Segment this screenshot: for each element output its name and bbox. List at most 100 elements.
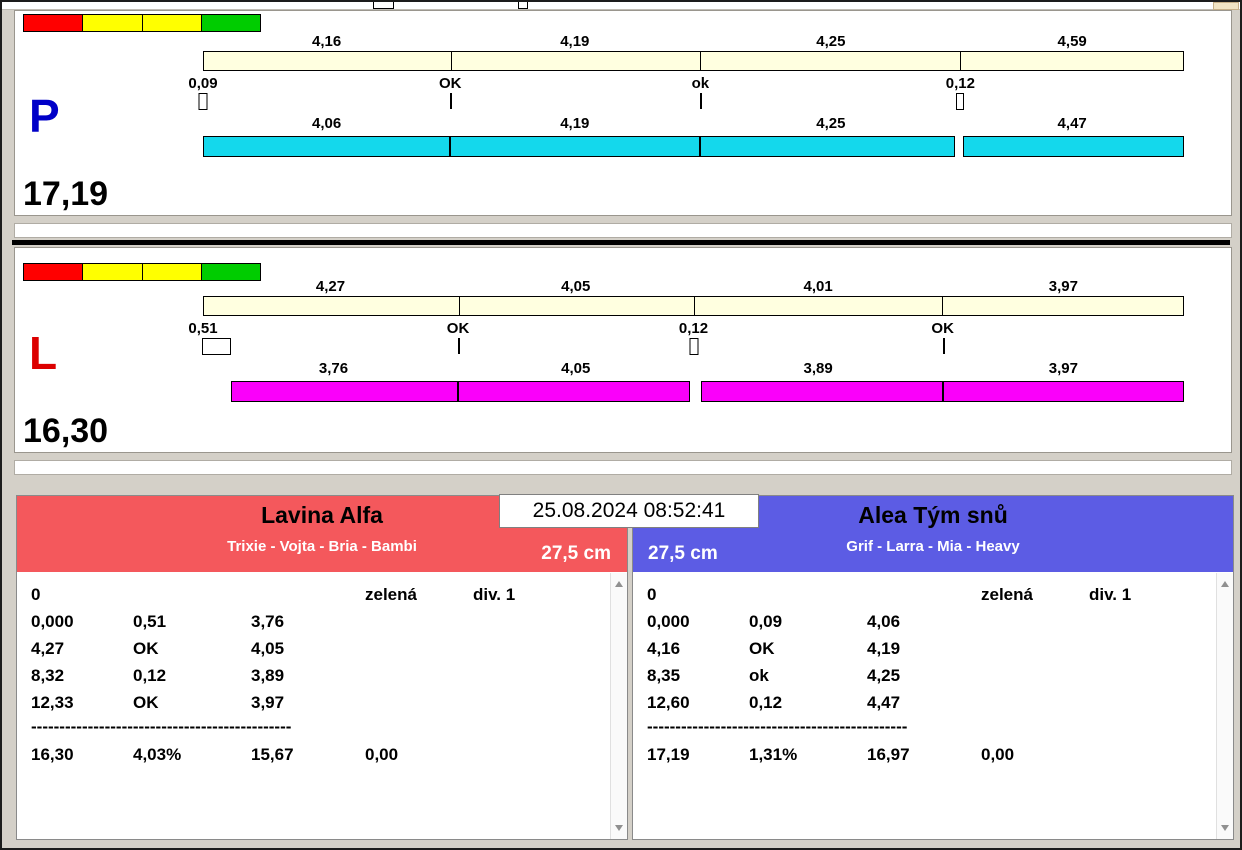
split-time-bar	[203, 296, 1184, 316]
run-label-bottom: 4,19	[560, 115, 590, 132]
table-row: 8,32 0,12 3,89	[31, 662, 603, 689]
cell: 4,47	[867, 693, 901, 712]
pass-marker-label: OK	[931, 320, 954, 337]
cell: 0,51	[133, 612, 167, 631]
lane-total-time-p: 17,19	[23, 175, 109, 213]
vertical-scrollbar[interactable]	[1216, 573, 1233, 839]
pass-tick	[942, 338, 945, 354]
pass-marker-label: 0,12	[678, 320, 709, 337]
table-total-row: 17,19 1,31% 16,97 0,00	[647, 741, 1209, 768]
cell: zelená	[365, 585, 417, 604]
scroll-down-button[interactable]	[611, 820, 627, 836]
cell	[133, 581, 251, 608]
cell: 0,00	[981, 745, 1015, 764]
lane-l-chart: 4,27 4,05 4,01 3,97 0,51 OK 0,12 OK 3,76…	[188, 278, 1184, 412]
cell: 3,97	[251, 693, 285, 712]
run-label-bottom: 3,97	[1048, 360, 1078, 377]
cell: 8,32	[31, 666, 65, 685]
table-info-row: 0 zelená div. 1	[31, 581, 603, 608]
lane-total-time-l: 16,30	[23, 412, 109, 450]
run-label-bottom: 4,06	[311, 115, 342, 132]
cell: 4,16	[647, 639, 681, 658]
jump-height: 27,5 cm	[541, 543, 611, 564]
bar-divider	[959, 52, 961, 70]
table-separator: ----------------------------------------…	[647, 717, 908, 736]
team-roster: Trixie - Vojta - Bria - Bambi	[227, 538, 417, 555]
table-separator: ----------------------------------------…	[31, 717, 292, 736]
cell: OK	[133, 639, 159, 658]
run-time-bar-segment	[963, 136, 1184, 157]
cell: 12,60	[647, 693, 690, 712]
traffic-light-yellow-1	[82, 14, 143, 32]
cell: 0,12	[749, 693, 783, 712]
top-window-strip	[2, 2, 1240, 10]
traffic-light-yellow-2	[141, 14, 202, 32]
cell: 0	[647, 585, 657, 604]
table-info-row: 0 zelená div. 1	[647, 581, 1209, 608]
cell: 0	[31, 585, 41, 604]
lane-letter-p: P	[29, 90, 60, 142]
vertical-scrollbar[interactable]	[610, 573, 627, 839]
pass-marker-label: ok	[691, 75, 710, 92]
lane-divider	[12, 240, 1230, 245]
cell: 1,31%	[749, 745, 798, 764]
collapsed-panel-strip	[14, 460, 1232, 475]
scroll-up-button[interactable]	[611, 576, 627, 592]
cell: div. 1	[1089, 585, 1132, 604]
datetime-display: 25.08.2024 08:52:41	[499, 494, 759, 528]
result-table-right: 0 zelená div. 1 0,000 0,09 4,06 4,16 OK …	[633, 572, 1233, 768]
lane-p-chart: 4,16 4,19 4,25 4,59 0,09 OK ok 0,12 4,06…	[188, 33, 1184, 167]
split-label-top: 4,05	[561, 278, 591, 295]
run-label-bottom: 4,05	[561, 360, 591, 377]
split-time-bar	[203, 51, 1184, 71]
jump-height: 27,5 cm	[648, 543, 718, 564]
traffic-light-red	[23, 14, 84, 32]
cell: 12,33	[31, 693, 74, 712]
cell: 16,97	[867, 745, 910, 764]
chevron-down-icon	[1221, 825, 1229, 831]
scroll-up-button[interactable]	[1217, 576, 1233, 592]
cell: 0,000	[31, 612, 74, 631]
traffic-light-green	[200, 14, 261, 32]
cell: 4,27	[31, 639, 65, 658]
split-label-top: 4,27	[315, 278, 346, 295]
table-row: 4,16 OK 4,19	[647, 635, 1209, 662]
bar-divider	[700, 52, 702, 70]
early-pass-box	[956, 93, 965, 110]
cell: 0,000	[647, 612, 690, 631]
cell: 4,25	[867, 666, 901, 685]
run-time-bar-segment	[203, 136, 451, 157]
chevron-down-icon	[615, 825, 623, 831]
traffic-light-yellow-2	[141, 263, 202, 281]
team-roster: Grif - Larra - Mia - Heavy	[846, 538, 1020, 555]
table-row: 8,35 ok 4,25	[647, 662, 1209, 689]
table-row: 0,000 0,09 4,06	[647, 608, 1209, 635]
pass-marker-label: 0,51	[188, 320, 218, 337]
cell: 16,30	[31, 745, 74, 764]
traffic-light-yellow-1	[82, 263, 143, 281]
lane-panel-l: L 4,27 4,05 4,01 3,97 0,51 OK 0,12 OK 3,…	[14, 247, 1232, 453]
lane-panel-p: P 4,16 4,19 4,25 4,59 0,09 OK ok 0,12 4,…	[14, 10, 1232, 216]
cell: 8,35	[647, 666, 681, 685]
pass-tick	[450, 93, 453, 109]
bar-divider	[942, 297, 944, 315]
run-time-bar-segment	[942, 381, 1184, 402]
cell: 4,05	[251, 639, 285, 658]
early-pass-box	[198, 93, 208, 110]
table-row: 4,27 OK 4,05	[31, 635, 603, 662]
cell: 0,12	[133, 666, 167, 685]
run-label-bottom: 3,89	[803, 360, 833, 377]
run-time-bar-segment	[701, 381, 943, 402]
window-notch	[518, 2, 528, 9]
pass-marker-label: OK	[446, 320, 470, 337]
bar-divider	[458, 297, 460, 315]
team-panel-left: Lavina Alfa Trixie - Vojta - Bria - Bamb…	[16, 495, 628, 840]
cell	[251, 581, 365, 608]
bar-divider	[450, 52, 452, 70]
cell: 4,06	[867, 612, 901, 631]
race-display-window: P 4,16 4,19 4,25 4,59 0,09 OK ok 0,12 4,…	[0, 0, 1242, 850]
split-label-top: 4,59	[1057, 33, 1087, 50]
scroll-down-button[interactable]	[1217, 820, 1233, 836]
split-label-top: 4,16	[311, 33, 342, 50]
traffic-light-bar	[23, 14, 261, 32]
